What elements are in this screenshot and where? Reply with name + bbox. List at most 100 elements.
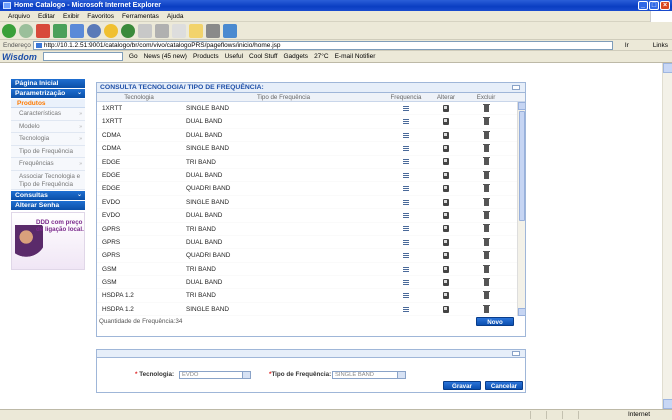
edit-icon[interactable]: [443, 225, 449, 233]
refresh-icon[interactable]: [53, 23, 67, 38]
sidebar-item-frequencias[interactable]: Frequências »: [11, 158, 85, 171]
go-button[interactable]: Ir: [625, 42, 629, 49]
novo-button[interactable]: Novo: [476, 317, 514, 326]
wisdom-go-button[interactable]: Go: [129, 53, 138, 60]
tipo-frequencia-select[interactable]: SINGLE BAND: [332, 371, 406, 379]
history-icon[interactable]: [121, 23, 135, 38]
sidebar-produtos[interactable]: Produtos: [11, 99, 85, 108]
products-button[interactable]: Products: [193, 53, 219, 60]
trash-icon[interactable]: [482, 224, 490, 233]
edit-icon[interactable]: [443, 278, 449, 286]
edit-icon[interactable]: [443, 171, 449, 179]
trash-icon[interactable]: [482, 117, 490, 126]
list-icon[interactable]: [403, 159, 409, 165]
search-icon[interactable]: [87, 23, 101, 38]
gravar-button[interactable]: Gravar: [443, 381, 481, 390]
list-icon[interactable]: [403, 293, 409, 299]
close-button[interactable]: ×: [660, 1, 670, 10]
folder-icon[interactable]: [189, 23, 203, 38]
back-icon[interactable]: [2, 23, 16, 38]
list-icon[interactable]: [403, 199, 409, 205]
edit-icon[interactable]: [443, 265, 449, 273]
menu-ferramentas[interactable]: Ferramentas: [118, 13, 163, 20]
collapse-icon[interactable]: [512, 351, 520, 356]
sidebar-item-caracteristicas[interactable]: Características »: [11, 108, 85, 121]
edit-icon[interactable]: [443, 158, 449, 166]
menu-ajuda[interactable]: Ajuda: [163, 13, 188, 20]
sidebar-item-associar[interactable]: Associar Tecnologia e Tipo de Frequência: [11, 170, 85, 190]
edit-icon[interactable]: [443, 104, 449, 112]
stop-icon[interactable]: [36, 23, 50, 38]
weather-button[interactable]: 27°C: [314, 53, 329, 60]
edit-icon[interactable]: [443, 305, 449, 313]
list-icon[interactable]: [403, 119, 409, 125]
home-icon[interactable]: [70, 23, 84, 38]
trash-icon[interactable]: [482, 237, 490, 246]
ad-banner[interactable]: DDD com preço de ligação local.: [11, 211, 85, 270]
cancelar-button[interactable]: Cancelar: [485, 381, 523, 390]
research-icon[interactable]: [206, 23, 220, 38]
sidebar-item-tipo-frequencia[interactable]: Tipo de Frequência: [11, 145, 85, 158]
trash-icon[interactable]: [482, 304, 490, 313]
wisdom-logo[interactable]: Wisdom: [2, 52, 37, 62]
edit-icon[interactable]: [172, 23, 186, 38]
table-scrollbar[interactable]: [517, 102, 525, 316]
sidebar-parametrizacao[interactable]: Parametrização ⌄: [11, 89, 85, 98]
maximize-button[interactable]: □: [649, 1, 659, 10]
edit-icon[interactable]: [443, 185, 449, 193]
email-notifier-button[interactable]: E-mail Notifier: [335, 53, 376, 60]
favorites-icon[interactable]: [104, 23, 118, 38]
gadgets-button[interactable]: Gadgets: [283, 53, 308, 60]
menu-favoritos[interactable]: Favoritos: [83, 13, 118, 20]
list-icon[interactable]: [403, 266, 409, 272]
menu-exibir[interactable]: Exibir: [59, 13, 83, 20]
trash-icon[interactable]: [482, 277, 490, 286]
menu-arquivo[interactable]: Arquivo: [4, 13, 34, 20]
list-icon[interactable]: [403, 186, 409, 192]
scroll-down-arrow[interactable]: [518, 308, 525, 316]
scroll-up-arrow[interactable]: [518, 102, 525, 110]
edit-icon[interactable]: [443, 292, 449, 300]
page-scroll-down-arrow[interactable]: [663, 399, 672, 409]
trash-icon[interactable]: [482, 170, 490, 179]
tecnologia-select[interactable]: EVDO: [179, 371, 251, 379]
trash-icon[interactable]: [482, 291, 490, 300]
edit-icon[interactable]: [443, 238, 449, 246]
edit-icon[interactable]: [443, 131, 449, 139]
list-icon[interactable]: [403, 172, 409, 178]
page-scroll-up-arrow[interactable]: [663, 63, 672, 73]
trash-icon[interactable]: [482, 264, 490, 273]
sidebar-consultas[interactable]: Consultas ⌄: [11, 190, 85, 200]
address-input[interactable]: http://10.1.2.51:9001/catalogo/br/com/vi…: [32, 40, 613, 50]
menu-editar[interactable]: Editar: [34, 13, 59, 20]
forward-icon[interactable]: [19, 23, 33, 38]
edit-icon[interactable]: [443, 198, 449, 206]
page-scrollbar[interactable]: [662, 63, 672, 409]
sidebar-pagina-inicial[interactable]: Página Inicial: [11, 79, 85, 88]
coolstuff-button[interactable]: Cool Stuff: [249, 53, 277, 60]
edit-icon[interactable]: [443, 118, 449, 126]
sidebar-alterar-senha[interactable]: Alterar Senha: [11, 200, 85, 210]
list-icon[interactable]: [403, 145, 409, 151]
links-button[interactable]: Links: [653, 42, 668, 49]
trash-icon[interactable]: [482, 103, 490, 112]
list-icon[interactable]: [403, 306, 409, 312]
edit-icon[interactable]: [443, 211, 449, 219]
mail-icon[interactable]: [138, 23, 152, 38]
messenger-icon[interactable]: [223, 23, 237, 38]
list-icon[interactable]: [403, 226, 409, 232]
news-button[interactable]: News (45 new): [144, 53, 187, 60]
sidebar-item-modelo[interactable]: Modelo »: [11, 120, 85, 133]
list-icon[interactable]: [403, 239, 409, 245]
sidebar-item-tecnologia[interactable]: Tecnologia »: [11, 133, 85, 146]
edit-icon[interactable]: [443, 144, 449, 152]
trash-icon[interactable]: [482, 184, 490, 193]
trash-icon[interactable]: [482, 143, 490, 152]
useful-button[interactable]: Useful: [225, 53, 243, 60]
wisdom-search-input[interactable]: [42, 52, 123, 61]
list-icon[interactable]: [403, 212, 409, 218]
list-icon[interactable]: [403, 253, 409, 259]
print-icon[interactable]: [155, 23, 169, 38]
trash-icon[interactable]: [482, 251, 490, 260]
list-icon[interactable]: [403, 279, 409, 285]
